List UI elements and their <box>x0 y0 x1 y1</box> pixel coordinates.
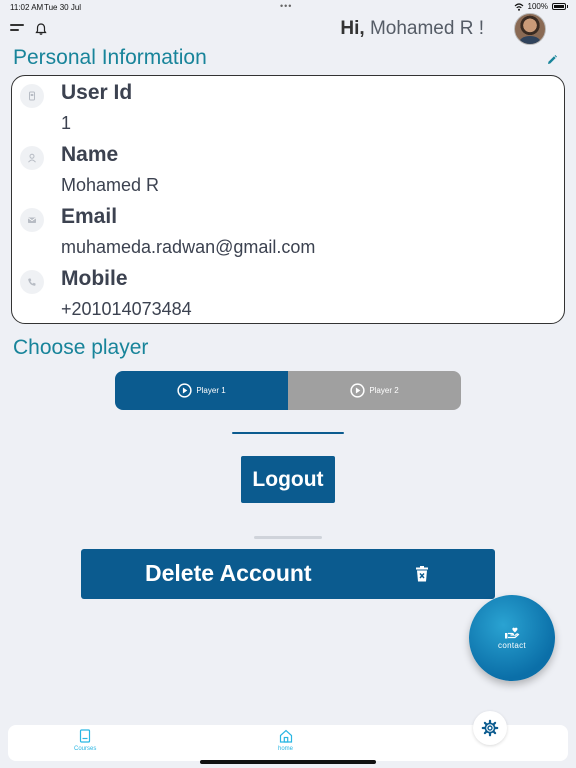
home-indicator[interactable] <box>200 760 376 764</box>
tab-courses[interactable]: Courses <box>74 729 96 752</box>
info-label: Name <box>61 143 119 166</box>
player-2-option[interactable]: Player 2 <box>288 371 461 410</box>
contact-hand-heart-icon <box>505 627 520 638</box>
avatar[interactable] <box>514 13 546 45</box>
edit-icon[interactable] <box>546 54 558 66</box>
status-date: Tue 30 Jul <box>44 3 82 12</box>
greeting-user-name: Mohamed R ! <box>369 18 484 39</box>
player-1-option[interactable]: Player 1 <box>115 371 288 410</box>
trash-icon <box>416 566 428 582</box>
multitasking-dots-icon[interactable]: ••• <box>280 1 292 11</box>
tab-home[interactable]: home <box>278 729 293 752</box>
id-card-icon <box>20 84 44 108</box>
choose-player-title: Choose player <box>13 336 149 359</box>
bell-icon[interactable] <box>34 22 48 36</box>
info-label: User Id <box>61 81 133 104</box>
info-value: 1 <box>61 113 72 133</box>
divider <box>232 432 344 434</box>
greeting: Hi, Mohamed R ! <box>340 18 484 40</box>
play-circle-icon <box>177 383 192 398</box>
info-value: Mohamed R <box>61 175 160 195</box>
menu-icon[interactable] <box>10 24 24 36</box>
logout-button[interactable]: Logout <box>241 456 335 503</box>
info-value: +201014073484 <box>61 299 192 319</box>
phone-icon <box>20 270 44 294</box>
greeting-prefix: Hi, <box>340 18 365 39</box>
book-icon <box>80 729 91 743</box>
delete-account-button[interactable]: Delete Account <box>81 549 495 599</box>
personal-info-title: Personal Information <box>13 46 207 69</box>
battery-icon <box>552 3 568 10</box>
contact-button[interactable]: contact <box>469 595 555 681</box>
status-indicators: 100% <box>514 2 568 11</box>
gear-icon <box>481 719 499 737</box>
status-time: 11:02 AM <box>10 3 44 12</box>
settings-button[interactable] <box>473 711 507 745</box>
play-circle-icon <box>350 383 365 398</box>
status-bar: 11:02 AM Tue 30 Jul ••• 100% <box>0 0 576 14</box>
info-label: Mobile <box>61 267 128 290</box>
player-selector: Player 1 Player 2 <box>115 371 461 410</box>
home-icon <box>279 729 292 743</box>
info-label: Email <box>61 205 118 228</box>
tab-courses-label: Courses <box>74 746 97 752</box>
player-2-label: Player 2 <box>369 386 399 395</box>
divider <box>254 536 322 539</box>
person-icon <box>20 146 44 170</box>
personal-info-card: User Id 1 Name Mohamed R Email muhameda.… <box>11 75 565 324</box>
contact-label: contact <box>498 640 526 650</box>
player-1-label: Player 1 <box>196 386 226 395</box>
wifi-icon <box>514 2 523 11</box>
delete-account-label: Delete Account <box>145 560 312 586</box>
battery-percent: 100% <box>527 2 548 11</box>
tab-home-label: home <box>278 746 294 752</box>
info-value: muhameda.radwan@gmail.com <box>61 237 316 257</box>
mail-icon <box>20 208 44 232</box>
